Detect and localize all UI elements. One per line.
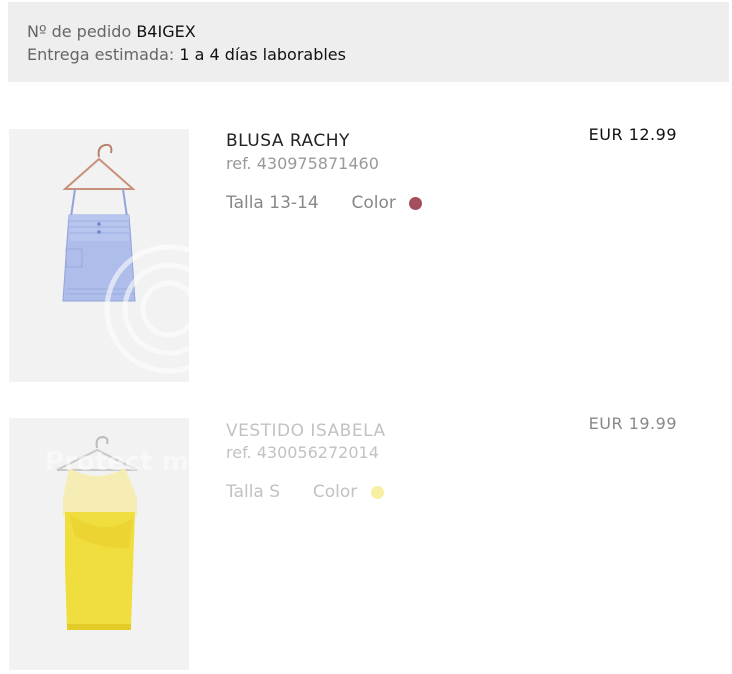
order-summary-header: Nº de pedido B4IGEX Entrega estimada: 1 … (8, 2, 729, 82)
product-size: Talla S (226, 482, 281, 502)
color-swatch-icon (409, 196, 423, 210)
product-reference: ref. 430056272014 (226, 443, 379, 462)
product-size: Talla 13-14 (226, 193, 319, 213)
product-color-label: Color (312, 482, 358, 502)
product-attributes: Talla S Color (226, 482, 384, 502)
dress-illustration: Protect more (45, 435, 189, 630)
product-image-dress[interactable]: Protect more (9, 418, 189, 670)
blouse-illustration (62, 143, 189, 374)
watermark-text: Protect more (45, 447, 189, 477)
product-price: EUR 12.99 (588, 125, 677, 144)
product-price: EUR 19.99 (588, 414, 677, 433)
order-number-row: Nº de pedido B4IGEX (27, 22, 196, 41)
order-number-label: Nº de pedido (27, 22, 132, 41)
order-number-value: B4IGEX (136, 22, 196, 41)
product-attributes: Talla 13-14 Color (226, 193, 423, 213)
product-image-blouse[interactable] (9, 129, 189, 382)
color-swatch-icon (370, 485, 384, 499)
product-color-label: Color (351, 193, 396, 213)
delivery-value: 1 a 4 días laborables (179, 45, 346, 64)
product-name[interactable]: VESTIDO ISABELA (226, 421, 386, 441)
product-reference: ref. 430975871460 (226, 154, 379, 173)
product-name[interactable]: BLUSA RACHY (226, 131, 350, 151)
delivery-estimate-row: Entrega estimada: 1 a 4 días laborables (27, 45, 346, 64)
delivery-label: Entrega estimada: (27, 45, 175, 64)
